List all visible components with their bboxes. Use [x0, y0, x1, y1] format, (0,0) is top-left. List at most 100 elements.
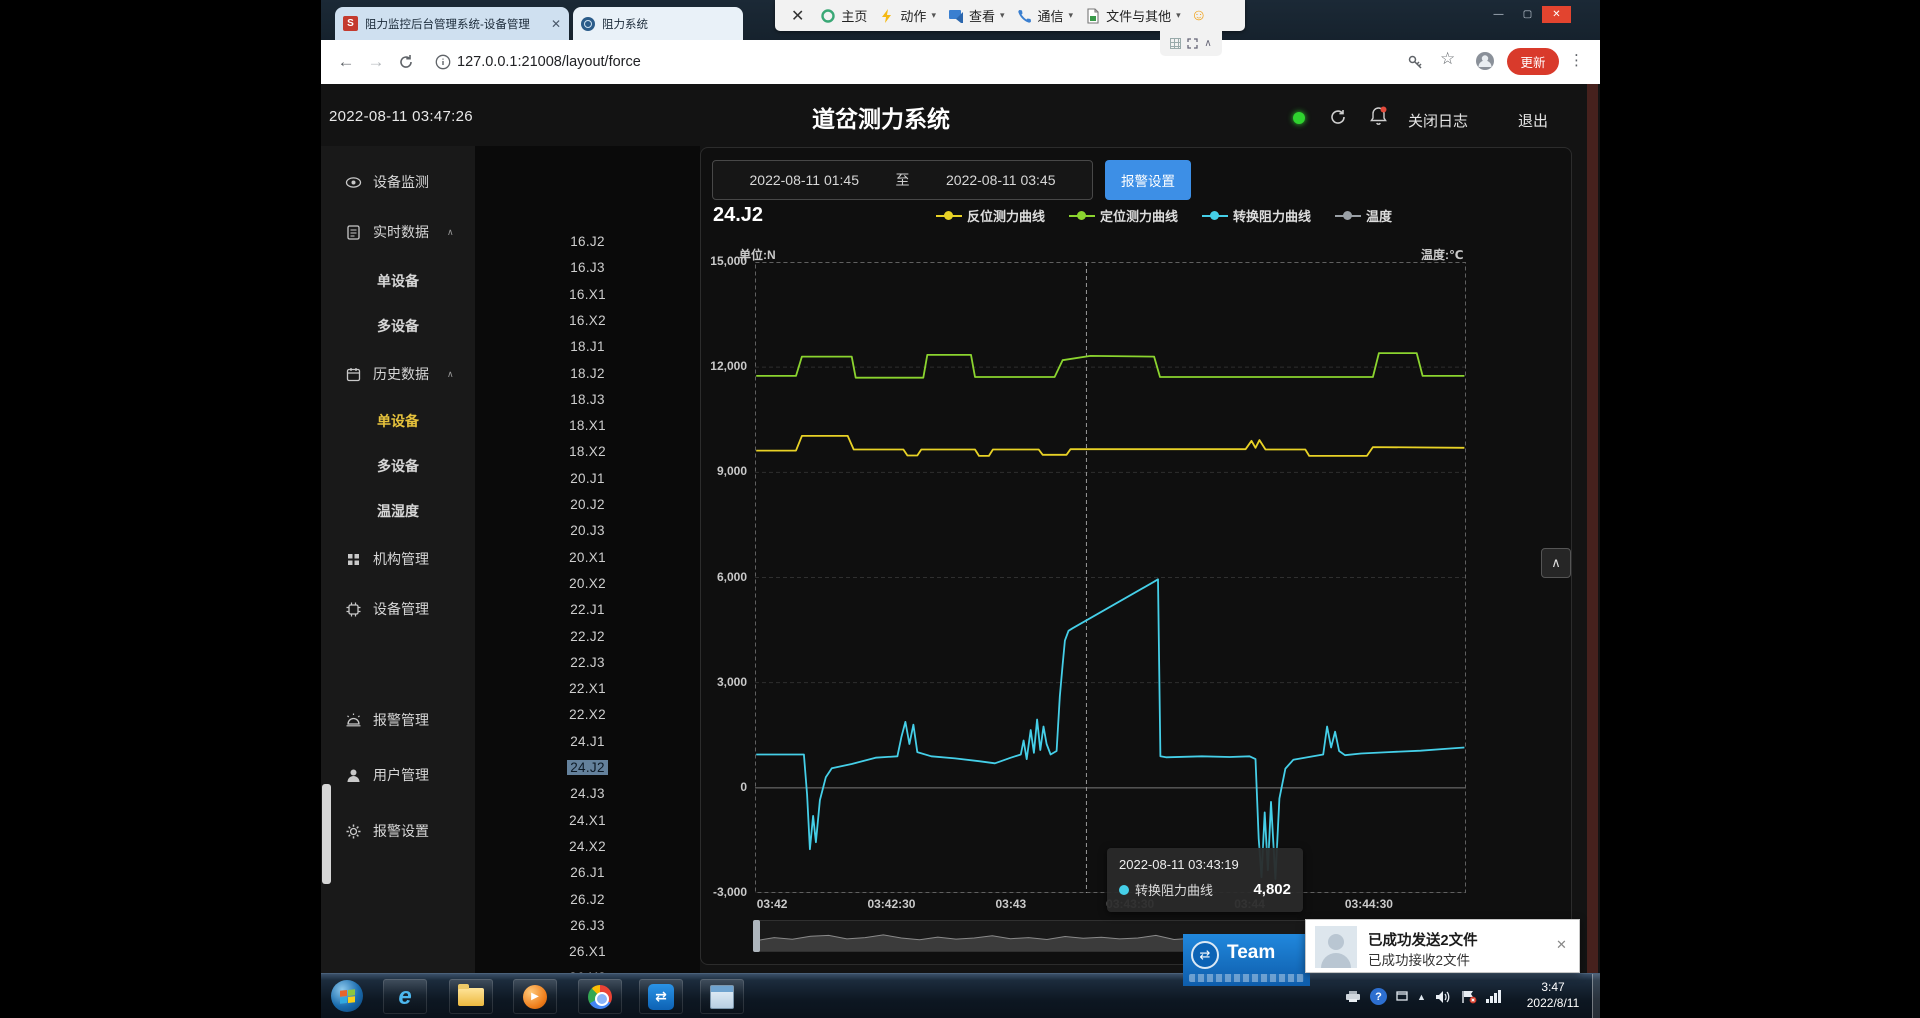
toolbar-item-2[interactable]: 动作▾: [873, 6, 942, 25]
sidebar-item-11[interactable]: 报警管理: [321, 706, 475, 734]
device-list-item[interactable]: 20.X1: [475, 550, 700, 572]
sidebar-item-6[interactable]: 单设备: [321, 407, 475, 435]
device-list-item[interactable]: 20.J1: [475, 471, 700, 493]
alarm-settings-button[interactable]: 报警设置: [1105, 160, 1191, 200]
printer-icon[interactable]: [1345, 990, 1361, 1003]
device-list-item[interactable]: 22.X1: [475, 681, 700, 703]
device-list-item[interactable]: 26.J2: [475, 892, 700, 914]
network-flag-icon[interactable]: [1461, 990, 1477, 1004]
logout-button[interactable]: 退出: [1518, 110, 1548, 131]
sidebar-item-8[interactable]: 温湿度: [321, 497, 475, 525]
key-icon[interactable]: [1407, 54, 1424, 71]
sidebar-item-7[interactable]: 多设备: [321, 452, 475, 480]
device-list-item[interactable]: 26.J1: [475, 865, 700, 887]
back-icon[interactable]: ←: [331, 52, 361, 72]
sidebar-item-2[interactable]: 实时数据∧: [321, 218, 475, 246]
date-range-picker[interactable]: 2022-08-11 01:45 至 2022-08-11 03:45: [712, 160, 1093, 200]
taskbar-clock[interactable]: 3:47 2022/8/11: [1517, 979, 1589, 1011]
device-list-item[interactable]: 24.X1: [475, 813, 700, 835]
taskbar-internet-explorer[interactable]: e: [383, 979, 427, 1014]
device-list-item[interactable]: 16.X1: [475, 287, 700, 309]
device-list-item[interactable]: 18.J2: [475, 366, 700, 388]
device-list-item[interactable]: 24.J2: [475, 760, 700, 782]
close-button[interactable]: ✕: [1542, 6, 1571, 23]
toolbar-item-1[interactable]: 主页: [814, 6, 873, 25]
browser-tab-force-system[interactable]: 阻力系统: [573, 7, 743, 40]
device-list-item[interactable]: 16.J2: [475, 234, 700, 256]
device-list-item[interactable]: 24.J3: [475, 786, 700, 808]
info-icon[interactable]: [435, 54, 451, 70]
url-text[interactable]: 127.0.0.1:21008/layout/force: [457, 54, 641, 70]
device-list-item[interactable]: 20.X2: [475, 576, 700, 598]
maximize-button[interactable]: ▢: [1513, 6, 1542, 23]
tray-up-arrow-icon[interactable]: ▲: [1417, 992, 1426, 1002]
device-list-item[interactable]: 22.J1: [475, 602, 700, 624]
forward-icon[interactable]: →: [361, 52, 391, 72]
device-list-item[interactable]: 20.J2: [475, 497, 700, 519]
sidebar-item-13[interactable]: 报警设置: [321, 817, 475, 845]
range-start-value[interactable]: 2022-08-11 01:45: [713, 172, 896, 188]
scroll-top-button[interactable]: ∧: [1541, 548, 1571, 578]
page-scrollbar[interactable]: [1587, 84, 1598, 973]
device-list-item[interactable]: 16.X2: [475, 313, 700, 335]
legend-item[interactable]: 转换阻力曲线: [1202, 206, 1311, 225]
sidebar-item-9[interactable]: 机构管理: [321, 545, 475, 573]
taskbar-notepad-window[interactable]: [700, 979, 744, 1014]
device-list-item[interactable]: 26.X1: [475, 944, 700, 966]
sidebar-item-5[interactable]: 历史数据∧: [321, 360, 475, 388]
signal-bars-icon[interactable]: [1486, 990, 1501, 1003]
legend-item[interactable]: 反位测力曲线: [936, 206, 1045, 225]
device-list-item[interactable]: 22.J2: [475, 629, 700, 651]
browser-tab-admin[interactable]: S 阻力监控后台管理系统-设备管理 ✕: [335, 7, 569, 40]
sidebar-item-10[interactable]: 设备管理: [321, 595, 475, 623]
device-list-item[interactable]: 22.J3: [475, 655, 700, 677]
legend-item[interactable]: 温度: [1335, 206, 1392, 225]
help-icon[interactable]: ?: [1370, 988, 1387, 1005]
device-list-item[interactable]: 18.J1: [475, 339, 700, 361]
sidebar-item-4[interactable]: 多设备: [321, 312, 475, 340]
toolbar-close-icon[interactable]: ✕: [785, 6, 810, 26]
bookmark-star-icon[interactable]: ☆: [1440, 49, 1455, 69]
taskbar-chrome[interactable]: [578, 979, 622, 1014]
sidebar-item-12[interactable]: 用户管理: [321, 761, 475, 789]
teamviewer-panel[interactable]: ⇄ Team: [1183, 934, 1310, 986]
refresh-icon[interactable]: [1329, 108, 1347, 126]
show-desktop-button[interactable]: [1592, 974, 1600, 1018]
taskbar-media-player[interactable]: ▶: [513, 979, 557, 1014]
close-log-button[interactable]: 关闭日志: [1408, 110, 1468, 131]
notification-close-icon[interactable]: ✕: [1556, 937, 1567, 953]
sidebar-item-1[interactable]: 设备监测: [321, 168, 475, 196]
kebab-menu-icon[interactable]: ⋮: [1569, 51, 1584, 69]
minimize-button[interactable]: —: [1484, 6, 1513, 23]
smiley-icon[interactable]: ☺: [1191, 7, 1207, 25]
range-end-value[interactable]: 2022-08-11 03:45: [910, 172, 1093, 188]
mini-window-icon[interactable]: [1396, 991, 1408, 1002]
start-button[interactable]: [331, 980, 363, 1012]
device-list-item[interactable]: 16.J3: [475, 260, 700, 282]
teamviewer-toolbar-tab[interactable]: ∧: [1160, 31, 1222, 56]
scrollbar-thumb[interactable]: [322, 784, 331, 884]
device-list-item[interactable]: 18.J3: [475, 392, 700, 414]
device-list-item[interactable]: 24.J1: [475, 734, 700, 756]
taskbar-teamviewer[interactable]: ⇄: [639, 979, 683, 1014]
profile-avatar-icon[interactable]: [1475, 51, 1495, 71]
device-list-item[interactable]: 22.X2: [475, 707, 700, 729]
volume-icon[interactable]: [1435, 990, 1452, 1004]
tab-close-icon[interactable]: ✕: [551, 17, 561, 31]
file-transfer-notification[interactable]: 已成功发送2文件 已成功接收2文件 ✕: [1305, 919, 1580, 973]
device-list-item[interactable]: 20.J3: [475, 523, 700, 545]
device-list-item[interactable]: 24.X2: [475, 839, 700, 861]
legend-item[interactable]: 定位测力曲线: [1069, 206, 1178, 225]
device-list-item[interactable]: 18.X1: [475, 418, 700, 440]
sidebar-item-3[interactable]: 单设备: [321, 267, 475, 295]
bell-icon[interactable]: [1369, 106, 1388, 126]
device-list-item[interactable]: 18.X2: [475, 444, 700, 466]
reload-icon[interactable]: [391, 54, 421, 70]
toolbar-item-3[interactable]: 查看▾: [942, 6, 1011, 25]
toolbar-item-5[interactable]: 文件与其他▾: [1079, 6, 1187, 25]
taskbar-folder[interactable]: [449, 979, 493, 1014]
toolbar-item-4[interactable]: 通信▾: [1011, 6, 1080, 25]
update-button[interactable]: 更新: [1507, 48, 1559, 75]
device-list-item[interactable]: 26.J3: [475, 918, 700, 940]
datazoom-left-handle[interactable]: [753, 920, 760, 952]
